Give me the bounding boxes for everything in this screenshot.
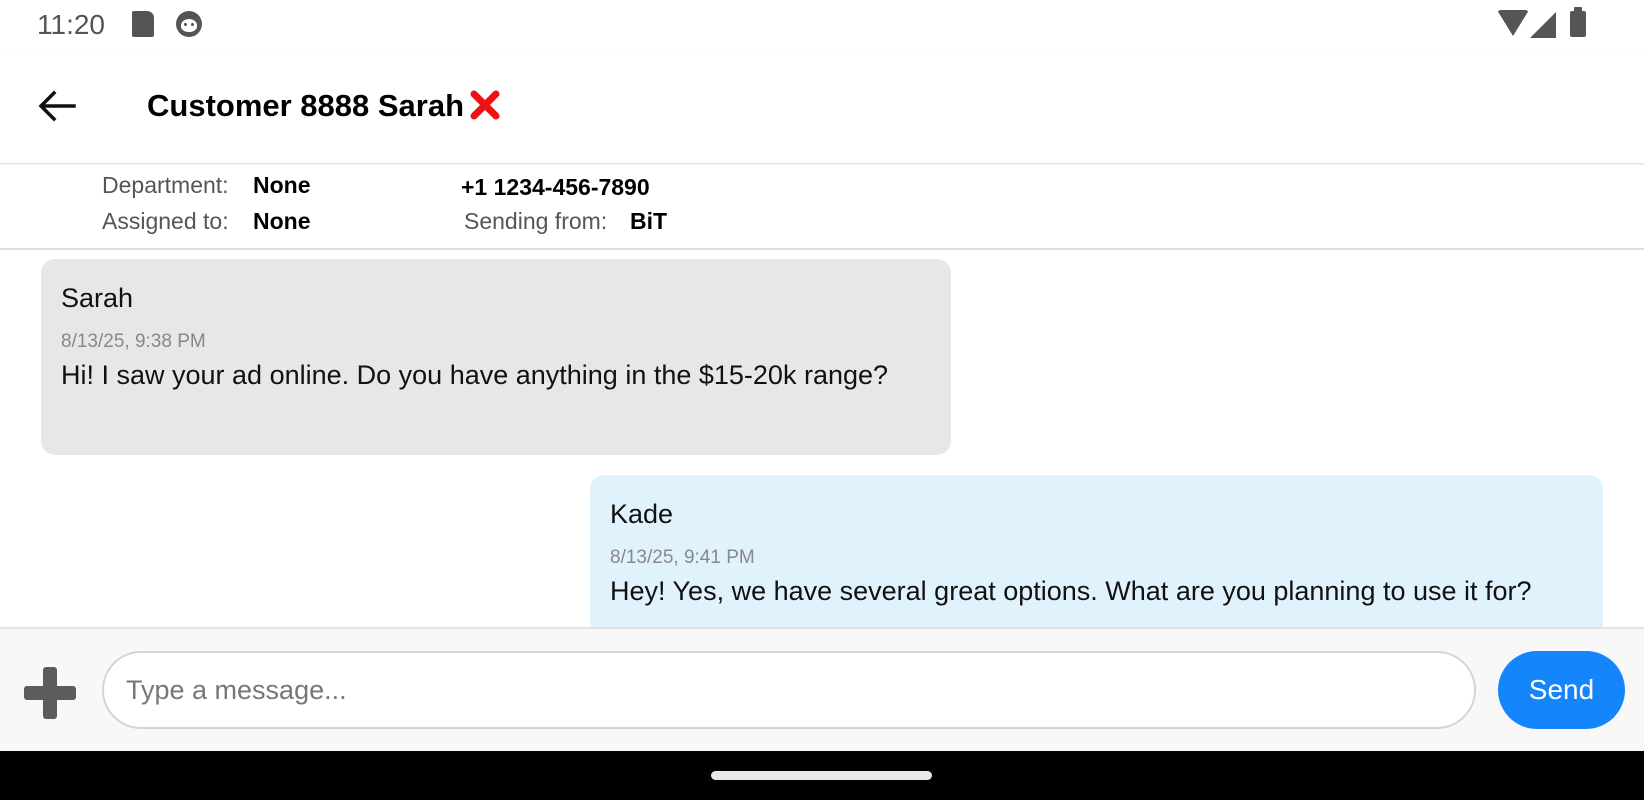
sd-card-icon bbox=[132, 11, 154, 37]
message-bubble-outgoing: Kade 8/13/25, 9:41 PM Hey! Yes, we have … bbox=[590, 475, 1603, 627]
signal-icon bbox=[1530, 12, 1556, 38]
phone-number: +1 1234-456-7890 bbox=[461, 174, 650, 200]
conversation-info-panel: Department: None Assigned to: None +1 12… bbox=[0, 165, 1644, 250]
wifi-icon bbox=[1497, 10, 1529, 36]
status-bar: 11:20 bbox=[0, 0, 1644, 50]
back-button[interactable] bbox=[30, 80, 84, 134]
department-label: Department: bbox=[102, 172, 229, 198]
system-nav-bar bbox=[0, 751, 1644, 800]
message-sender: Kade bbox=[610, 499, 674, 529]
status-time: 11:20 bbox=[37, 9, 105, 40]
message-bubble-incoming: Sarah 8/13/25, 9:38 PM Hi! I saw your ad… bbox=[41, 259, 951, 455]
assigned-label: Assigned to: bbox=[102, 208, 229, 234]
message-list[interactable]: Sarah 8/13/25, 9:38 PM Hi! I saw your ad… bbox=[0, 251, 1644, 627]
message-input[interactable] bbox=[102, 651, 1476, 729]
message-sender: Sarah bbox=[61, 283, 134, 313]
send-button[interactable]: Send bbox=[1498, 651, 1625, 729]
plus-icon[interactable] bbox=[22, 665, 78, 721]
page-title: Customer 8888 Sarah bbox=[147, 88, 465, 123]
home-gesture-handle[interactable] bbox=[711, 771, 932, 780]
assigned-value: None bbox=[253, 208, 311, 234]
department-value: None bbox=[253, 172, 311, 198]
arrow-left-icon bbox=[38, 90, 76, 122]
message-text: Hi! I saw your ad online. Do you have an… bbox=[61, 360, 889, 390]
message-text: Hey! Yes, we have several great options.… bbox=[610, 576, 1532, 606]
sending-from-label: Sending from: bbox=[464, 208, 608, 234]
battery-icon bbox=[1570, 7, 1586, 37]
android-face-icon bbox=[176, 11, 202, 37]
red-x-icon bbox=[468, 88, 502, 122]
app-header: Customer 8888 Sarah bbox=[0, 50, 1644, 164]
message-timestamp: 8/13/25, 9:38 PM bbox=[61, 331, 206, 352]
message-composer: Send bbox=[0, 627, 1644, 751]
sending-from-value: BiT bbox=[630, 208, 668, 234]
message-timestamp: 8/13/25, 9:41 PM bbox=[610, 547, 755, 568]
